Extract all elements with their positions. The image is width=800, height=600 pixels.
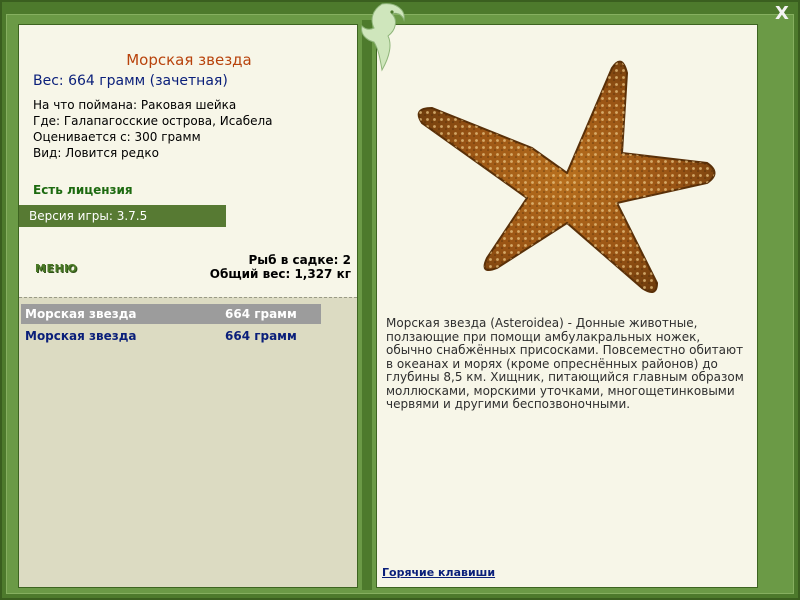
catch-weight: 664 грамм [225, 329, 297, 343]
min-weight: Оценивается с: 300 грамм [33, 130, 201, 144]
fish-weight: Вес: 664 грамм (зачетная) [33, 73, 228, 89]
fish-details-section: Морская звезда Вес: 664 грамм (зачетная)… [19, 25, 357, 297]
close-icon[interactable]: X [772, 4, 792, 24]
fish-title: Морская звезда [126, 51, 252, 69]
hotkeys-link[interactable]: Горячие клавиши [382, 566, 495, 579]
total-weight: Общий вес: 1,327 кг [209, 267, 351, 281]
menu-button[interactable]: МЕНЮ [35, 262, 78, 275]
fish-image-panel: Морская звезда (Asteroidea) - Донные жив… [376, 24, 758, 588]
starfish-body [417, 60, 716, 293]
starfish-image [417, 60, 716, 293]
caught-with: На что поймана: Раковая шейка [33, 98, 237, 112]
fish-description: Морская звезда (Asteroidea) - Донные жив… [386, 316, 744, 411]
catch-weight: 664 грамм [225, 307, 297, 321]
cage-stats: Рыб в садке: 2 Общий вес: 1,327 кг [210, 253, 351, 281]
panel-divider [362, 20, 372, 590]
fish-info-panel: Морская звезда Вес: 664 грамм (зачетная)… [18, 24, 358, 588]
catch-list-item[interactable]: Морская звезда 664 грамм [21, 304, 321, 324]
fish-info-list: На что поймана: Раковая шейка Где: Галап… [33, 97, 273, 161]
rarity: Вид: Ловится редко [33, 146, 159, 160]
catch-list: Морская звезда 664 грамм Морская звезда … [19, 297, 357, 587]
license-status: Есть лицензия [33, 183, 133, 197]
catch-name: Морская звезда [25, 329, 137, 343]
caught-where: Где: Галапагосские острова, Исабела [33, 114, 273, 128]
fish-in-cage: Рыб в садке: 2 [248, 253, 352, 267]
game-version-bar: Версия игры: 3.7.5 [19, 205, 226, 227]
catch-name: Морская звезда [25, 307, 137, 321]
catch-list-item[interactable]: Морская звезда 664 грамм [21, 326, 321, 346]
dolphin-logo-icon [361, 3, 405, 72]
